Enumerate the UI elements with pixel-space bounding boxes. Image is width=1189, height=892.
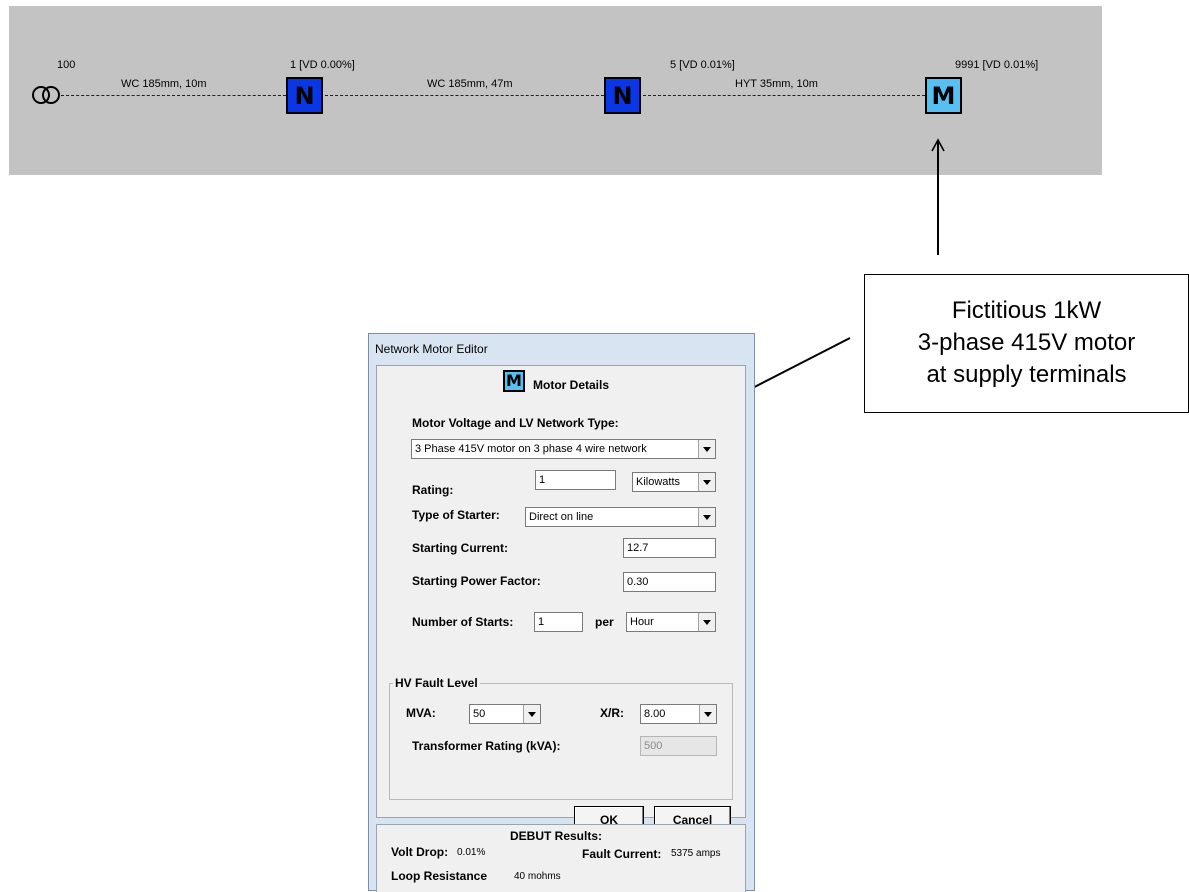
volt-drop-label: Volt Drop: — [391, 845, 449, 859]
node-2[interactable]: N — [604, 77, 641, 114]
chevron-down-icon[interactable] — [698, 440, 715, 458]
annotation-callout: Fictitious 1kW 3-phase 415V motor at sup… — [864, 274, 1189, 413]
mva-select[interactable]: 50 — [469, 704, 541, 724]
mva-label: MVA: — [406, 706, 436, 720]
starting-pf-input[interactable]: 0.30 — [623, 572, 716, 592]
cable-2-line[interactable] — [325, 95, 604, 96]
chevron-down-icon[interactable] — [698, 613, 715, 631]
debut-results-panel: DEBUT Results: Volt Drop: 0.01% Fault Cu… — [376, 824, 746, 892]
tx-rating-label: Transformer Rating (kVA): — [412, 739, 561, 753]
cable-2-label: WC 185mm, 47m — [427, 78, 513, 90]
motor-icon: M — [503, 370, 525, 392]
loop-resistance-label: Loop Resistance — [391, 869, 488, 883]
transformer-icon[interactable] — [31, 84, 61, 106]
loop-resistance-value: 40 mohms — [514, 871, 561, 882]
fault-current-label: Fault Current: — [582, 847, 662, 861]
xr-label: X/R: — [600, 706, 624, 720]
rating-input[interactable]: 1 — [535, 470, 616, 490]
starter-select[interactable]: Direct on line — [525, 507, 716, 527]
panel-header: Motor Details — [533, 378, 610, 392]
dialog-title: Network Motor Editor — [375, 342, 488, 356]
rating-unit-select[interactable]: Kilowatts — [632, 472, 716, 492]
motor-node[interactable]: M — [925, 77, 962, 114]
cable-3-line[interactable] — [643, 95, 925, 96]
chevron-down-icon[interactable] — [698, 508, 715, 526]
hv-fault-legend: HV Fault Level — [393, 676, 480, 690]
starts-label: Number of Starts: — [412, 615, 514, 629]
chevron-down-icon[interactable] — [698, 473, 715, 491]
callout-line-2: 3-phase 415V motor — [917, 329, 1136, 356]
hv-fault-group: HV Fault Level MVA: 50 X/R: 8.00 Transfo… — [389, 676, 733, 800]
cable-1-label: WC 185mm, 10m — [121, 78, 207, 90]
starting-pf-label: Starting Power Factor: — [412, 574, 541, 588]
node-1[interactable]: N — [286, 77, 323, 114]
node-1-label: 1 [VD 0.00%] — [290, 59, 355, 71]
cable-1-line[interactable] — [61, 95, 286, 96]
source-label: 100 — [57, 59, 76, 71]
starter-label: Type of Starter: — [412, 508, 500, 522]
network-diagram: 100 WC 185mm, 10m N 1 [VD 0.00%] WC 185m… — [9, 6, 1102, 175]
xr-select[interactable]: 8.00 — [640, 704, 717, 724]
starting-current-label: Starting Current: — [412, 541, 508, 555]
tx-rating-input: 500 — [640, 736, 717, 756]
chevron-down-icon[interactable] — [523, 705, 540, 723]
cable-3-label: HYT 35mm, 10m — [735, 78, 818, 90]
per-label: per — [595, 615, 614, 629]
callout-line-1: Fictitious 1kW — [951, 297, 1102, 324]
fault-current-value: 5375 amps — [671, 848, 721, 859]
rating-label: Rating: — [412, 483, 454, 497]
volt-drop-value: 0.01% — [457, 847, 486, 858]
starts-input[interactable]: 1 — [534, 612, 583, 632]
voltage-type-label: Motor Voltage and LV Network Type: — [412, 416, 619, 430]
node-2-label: 5 [VD 0.01%] — [670, 59, 735, 71]
motor-editor-dialog: Network Motor Editor M Motor Details Mot… — [368, 333, 755, 892]
voltage-type-select[interactable]: 3 Phase 415V motor on 3 phase 4 wire net… — [411, 439, 716, 459]
chevron-down-icon[interactable] — [699, 705, 716, 723]
per-select[interactable]: Hour — [626, 612, 716, 632]
callout-line-3: at supply terminals — [926, 361, 1127, 388]
motor-details-panel: M Motor Details Motor Voltage and LV Net… — [376, 365, 746, 834]
starting-current-input[interactable]: 12.7 — [623, 538, 716, 558]
results-title: DEBUT Results: — [510, 829, 603, 843]
motor-label: 9991 [VD 0.01%] — [955, 59, 1039, 71]
